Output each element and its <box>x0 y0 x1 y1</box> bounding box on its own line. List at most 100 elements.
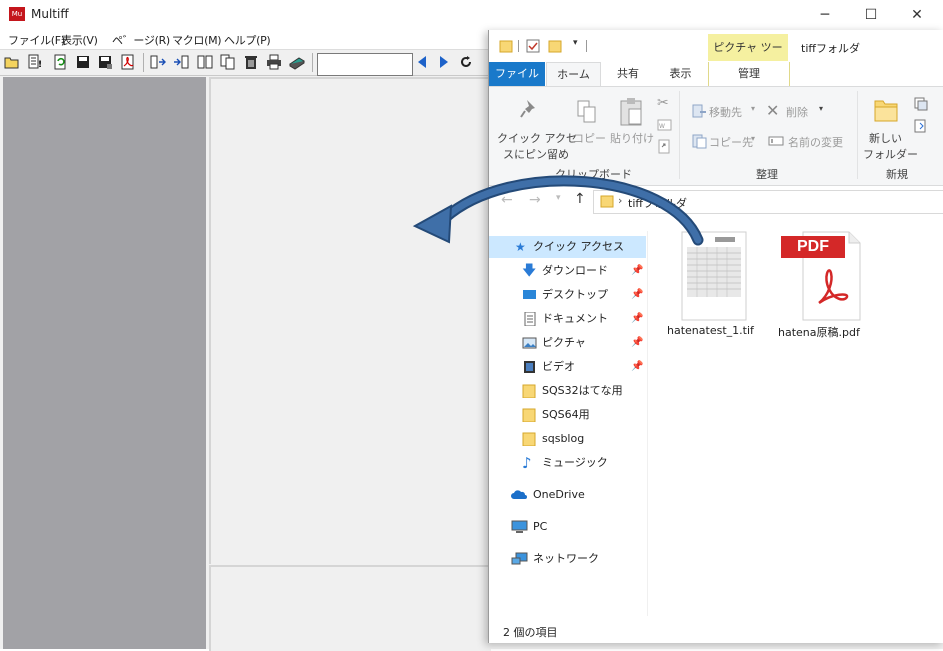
copy-label[interactable]: コピー <box>573 130 606 146</box>
nav-label: sqsblog <box>542 432 585 445</box>
nav-label: ピクチャ <box>542 336 586 349</box>
menu-page[interactable]: ペ゛ージ(R) <box>112 32 170 48</box>
nav-label: SQS64用 <box>542 408 590 421</box>
split-page-icon[interactable] <box>197 54 213 70</box>
explorer-titlebar: ▾ ピクチャ ツール tiffフォルダ <box>489 30 943 82</box>
svg-text:!: ! <box>38 60 42 70</box>
save-icon[interactable] <box>75 54 91 70</box>
pin-icon[interactable] <box>519 97 541 121</box>
copy-to-dropdown-icon[interactable]: ▾ <box>751 134 755 143</box>
nav-item-pictures[interactable]: ピクチャ 📌 <box>489 332 646 354</box>
paste-label[interactable]: 貼り付け <box>610 130 654 146</box>
move-to-label[interactable]: 移動先 <box>709 104 742 120</box>
print-icon[interactable] <box>266 54 282 70</box>
nav-item-network[interactable]: ネットワーク <box>489 548 646 570</box>
move-to-icon[interactable] <box>691 103 707 119</box>
menu-file[interactable]: ファイル(F) <box>8 32 65 48</box>
copy-icon[interactable] <box>576 99 598 125</box>
videos-icon <box>524 361 535 373</box>
explorer-window: ▾ ピクチャ ツール tiffフォルダ ファイル ホーム 共有 表示 管理 クイ… <box>488 30 943 643</box>
svg-text:W: W <box>659 123 665 130</box>
nav-item-onedrive[interactable]: OneDrive <box>489 484 646 506</box>
music-note-icon: ♪ <box>522 454 532 472</box>
nav-item-desktop[interactable]: デスクトップ 📌 <box>489 284 646 306</box>
page-number-input[interactable] <box>317 53 413 76</box>
copy-to-label[interactable]: コピー先 <box>709 134 753 150</box>
minimize-button[interactable]: ─ <box>802 0 848 30</box>
new-folder-line2[interactable]: フォルダー <box>863 146 918 162</box>
ribbon-separator <box>679 91 680 179</box>
folder-icon <box>522 432 536 446</box>
insert-page-icon[interactable] <box>150 54 166 70</box>
image-viewer[interactable] <box>209 77 491 564</box>
nav-label: ネットワーク <box>533 552 599 565</box>
tab-home[interactable]: ホーム <box>546 62 601 87</box>
file-name: hatena原稿.pdf <box>778 326 860 339</box>
nav-item-documents[interactable]: ドキュメント 📌 <box>489 308 646 330</box>
paste-icon[interactable] <box>619 97 645 127</box>
menu-macro[interactable]: マクロ(M) <box>172 32 222 48</box>
paste-shortcut-icon[interactable] <box>658 139 670 154</box>
nav-label: SQS32はてな用 <box>542 384 623 397</box>
move-to-dropdown-icon[interactable]: ▾ <box>751 104 755 113</box>
preview-pane[interactable] <box>209 565 491 651</box>
new-folder-small-icon[interactable] <box>548 39 562 53</box>
tab-share[interactable]: 共有 <box>608 62 648 86</box>
properties-icon[interactable] <box>526 39 540 53</box>
menu-help[interactable]: ヘルプ(P) <box>224 32 271 48</box>
nav-item-sqs64[interactable]: SQS64用 <box>489 404 646 426</box>
rotate-icon[interactable] <box>458 54 474 70</box>
nav-item-videos[interactable]: ビデオ 📌 <box>489 356 646 378</box>
extract-page-icon[interactable] <box>173 54 189 70</box>
new-group-label: 新規 <box>886 168 908 181</box>
status-bar: 2 個の項目 <box>489 618 943 643</box>
tab-view[interactable]: 表示 <box>658 62 703 86</box>
pc-monitor-icon <box>511 520 528 533</box>
document-info-icon[interactable]: ! <box>27 54 43 70</box>
tab-manage[interactable]: 管理 <box>708 62 790 86</box>
file-item-pdf[interactable]: PDF hatena原稿.pdf <box>778 231 881 341</box>
tab-file[interactable]: ファイル <box>489 62 545 86</box>
refresh-document-icon[interactable] <box>52 54 68 70</box>
delete-dropdown-icon[interactable]: ▾ <box>819 104 823 113</box>
rename-icon[interactable] <box>768 134 784 148</box>
menu-view[interactable]: 表示(V) <box>61 32 98 48</box>
nav-item-sqs32[interactable]: SQS32はてな用 <box>489 380 646 402</box>
multiff-app-icon: Mu <box>9 7 25 21</box>
network-icon <box>511 552 528 565</box>
merge-page-icon[interactable] <box>220 54 236 70</box>
open-folder-icon[interactable] <box>4 54 20 70</box>
easy-access-icon[interactable] <box>914 119 930 133</box>
rename-label[interactable]: 名前の変更 <box>788 134 843 150</box>
cut-icon[interactable]: ✂ <box>657 95 669 111</box>
copy-path-icon[interactable]: W <box>657 119 672 131</box>
copy-to-icon[interactable] <box>691 133 707 149</box>
file-list: hatenatest_1.tif PDF hatena原稿.pdf <box>647 231 943 616</box>
new-folder-line1[interactable]: 新しい <box>869 130 902 146</box>
nav-item-pc[interactable]: PC <box>489 516 646 538</box>
pdf-export-icon[interactable] <box>120 54 136 70</box>
nav-item-sqsblog[interactable]: sqsblog <box>489 428 646 450</box>
pin-quick-access-line1[interactable]: クイック アクセ <box>497 130 577 146</box>
nav-label: OneDrive <box>533 488 585 501</box>
maximize-button[interactable]: ☐ <box>848 0 894 30</box>
scanner-icon[interactable] <box>289 54 305 70</box>
new-folder-icon[interactable] <box>871 95 899 125</box>
new-item-icon[interactable] <box>914 97 930 111</box>
nav-label: ミュージック <box>542 456 608 469</box>
previous-page-icon[interactable] <box>414 54 430 70</box>
customize-quick-access-icon[interactable]: ▾ <box>573 38 578 48</box>
delete-trash-icon[interactable] <box>243 54 259 70</box>
toolbar-separator <box>312 53 313 72</box>
delete-label[interactable]: 削除 <box>786 104 808 120</box>
pinned-icon: 📌 <box>631 265 644 276</box>
nav-item-music[interactable]: ♪ ミュージック <box>489 452 646 474</box>
thumbnail-pane[interactable] <box>3 77 206 649</box>
next-page-icon[interactable] <box>436 54 452 70</box>
pin-quick-access-line2[interactable]: スにピン留め <box>503 146 569 162</box>
delete-icon[interactable]: ✕ <box>766 101 779 120</box>
nav-item-downloads[interactable]: 🡇 ダウンロード 📌 <box>489 260 646 282</box>
download-arrow-icon: 🡇 <box>522 263 537 279</box>
close-button[interactable]: ✕ <box>894 0 940 30</box>
save-as-icon[interactable] <box>97 54 113 70</box>
